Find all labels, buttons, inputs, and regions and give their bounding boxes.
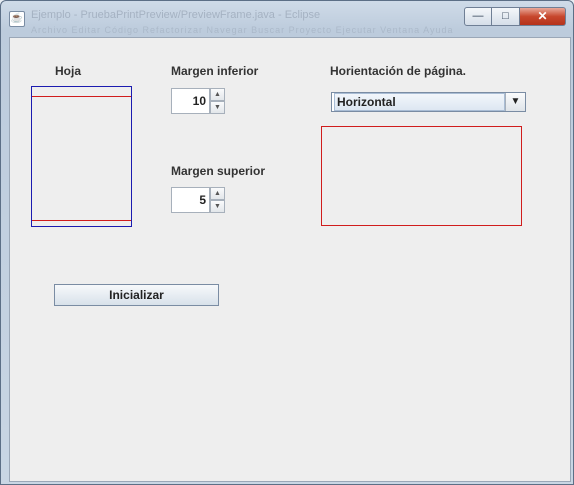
minimize-button[interactable]: — [464,7,492,26]
margen-inferior-label: Margen inferior [171,64,259,78]
application-window: ☕ Ejemplo - PruebaPrintPreview/PreviewFr… [0,0,574,485]
chevron-down-icon[interactable]: ▼ [505,93,525,111]
close-button[interactable]: ✕ [520,7,566,26]
title-bar[interactable]: ☕ Ejemplo - PruebaPrintPreview/PreviewFr… [1,1,573,35]
top-margin-line [32,96,131,97]
orientacion-label: Horientación de página. [330,64,467,78]
margen-superior-down-button[interactable]: ▼ [210,200,225,213]
bottom-margin-line [32,220,131,221]
orientacion-selected-value[interactable]: Horizontal [334,93,505,111]
window-title: Ejemplo - PruebaPrintPreview/PreviewFram… [31,9,321,21]
sheet-label: Hoja [55,64,82,78]
margen-inferior-down-button[interactable]: ▼ [210,101,225,114]
background-menu-ghost: Archivo Editar Código Refactorizar Naveg… [31,25,454,35]
content-panel: Hoja Margen inferior 10 ▲ ▼ Margen super… [9,37,571,482]
margen-superior-up-button[interactable]: ▲ [210,187,225,200]
margen-inferior-spinner: 10 ▲ ▼ [171,88,225,115]
sheet-preview [31,86,132,227]
orientacion-select[interactable]: Horizontal ▼ [331,92,526,112]
margen-inferior-up-button[interactable]: ▲ [210,88,225,101]
margen-inferior-input[interactable]: 10 [171,88,210,114]
orientation-preview [321,126,522,226]
java-app-icon: ☕ [9,11,25,27]
inicializar-button[interactable]: Inicializar [54,284,219,306]
margen-superior-label: Margen superior [171,164,266,178]
margen-superior-input[interactable]: 5 [171,187,210,213]
margen-superior-spinner: 5 ▲ ▼ [171,187,225,214]
maximize-button[interactable]: □ [492,7,520,26]
